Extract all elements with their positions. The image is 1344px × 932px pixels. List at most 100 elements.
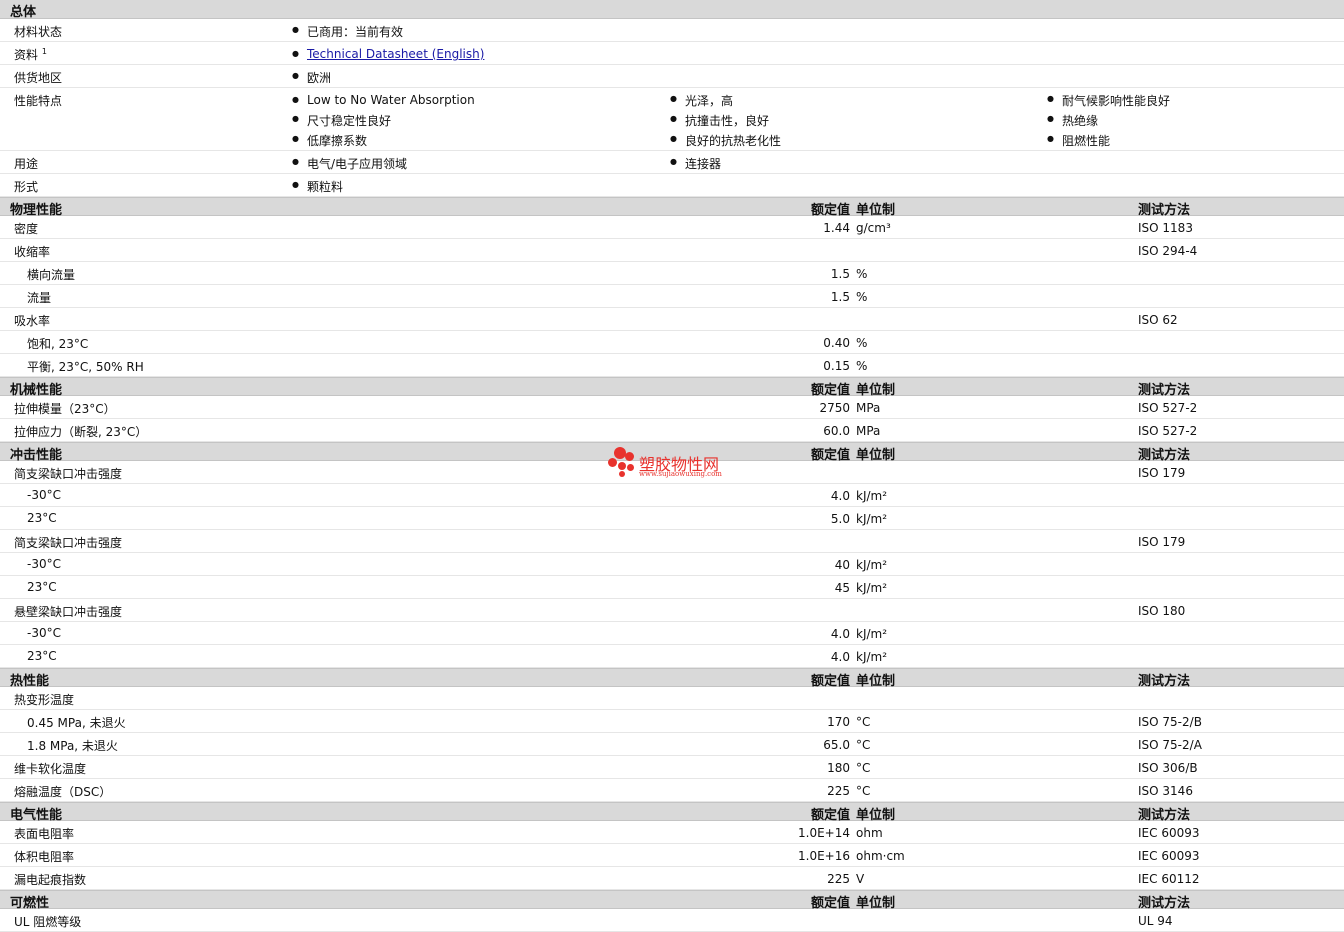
section-flammability-header: 可燃性 额定值 单位制 测试方法 — [0, 890, 1344, 911]
property-value: 4.0 — [830, 650, 850, 664]
feature-item: 耐气候影响性能良好 — [1047, 92, 1170, 109]
property-value: 45 — [834, 581, 850, 595]
row-features: 性能特点 Low to No Water Absorption 光泽，高 耐气候… — [0, 88, 1344, 151]
property-row: 1.8 MPa, 未退火 65.0 °C ISO 75-2/A — [0, 733, 1344, 756]
region-value: 欧洲 — [292, 69, 331, 86]
test-method: IEC 60093 — [1138, 849, 1200, 863]
property-unit: °C — [856, 784, 871, 798]
property-unit: °C — [856, 738, 871, 752]
section-title: 总体 — [10, 5, 37, 20]
property-row: 密度 1.44 g/cm³ ISO 1183 — [0, 216, 1344, 239]
property-row: 平衡, 23°C, 50% RH 0.15% — [0, 354, 1344, 377]
test-method: IEC 60112 — [1138, 872, 1200, 886]
form-value: 颗粒料 — [292, 178, 343, 195]
use-item: 连接器 — [670, 155, 721, 172]
property-value: 65.0 — [823, 738, 850, 752]
property-label: 热变形温度 — [14, 693, 75, 707]
property-value: 0.40 — [823, 336, 850, 350]
property-row: 维卡软化温度 180 °C ISO 306/B — [0, 756, 1344, 779]
property-value: 2750 — [819, 401, 850, 415]
property-value: 1.0E+14 — [798, 826, 850, 840]
status-value: 已商用：当前有效 — [292, 23, 403, 40]
property-value: 5.0 — [830, 512, 850, 526]
property-unit: % — [856, 359, 868, 373]
test-method: IEC 60093 — [1138, 826, 1200, 840]
row-region: 供货地区 欧洲 — [0, 65, 1344, 88]
feature-item: 抗撞击性，良好 — [670, 112, 769, 129]
property-row: 热变形温度 — [0, 687, 1344, 710]
section-physical-header: 物理性能 额定值 单位制 测试方法 — [0, 197, 1344, 218]
property-label: 拉伸应力（断裂, 23°C） — [14, 425, 148, 439]
section-mechanical-header: 机械性能 额定值 单位制 测试方法 — [0, 377, 1344, 398]
property-row: 横向流量 1.5% — [0, 262, 1344, 285]
property-label: 维卡软化温度 — [14, 762, 87, 776]
feature-item: 热绝缘 — [1047, 112, 1098, 129]
row-documents: 资料 1 Technical Datasheet (English) — [0, 42, 1344, 65]
test-method: ISO 1183 — [1138, 221, 1193, 235]
property-label: 0.45 MPa, 未退火 — [27, 716, 126, 730]
row-uses: 用途 电气/电子应用领域 连接器 — [0, 151, 1344, 174]
property-unit: ohm·cm — [856, 849, 905, 863]
section-thermal-header: 热性能 额定值 单位制 测试方法 — [0, 668, 1344, 689]
property-label: 熔融温度（DSC） — [14, 785, 112, 799]
property-row: 拉伸应力（断裂, 23°C） 60.0 MPa ISO 527-2 — [0, 419, 1344, 442]
datasheet-link-item: Technical Datasheet (English) — [292, 47, 484, 61]
property-unit: g/cm³ — [856, 221, 891, 235]
property-value: 1.5 — [830, 290, 850, 304]
property-row: -30°C 4.0 kJ/m² — [0, 484, 1344, 507]
property-row: 流量 1.5% — [0, 285, 1344, 308]
property-label: 横向流量 — [27, 268, 76, 282]
property-row: 饱和, 23°C 0.40% — [0, 331, 1344, 354]
property-label: 23°C — [27, 511, 57, 525]
property-label: UL 阻燃等级 — [14, 915, 82, 929]
property-unit: ohm — [856, 826, 883, 840]
test-method: ISO 3146 — [1138, 784, 1193, 798]
property-label: 23°C — [27, 649, 57, 663]
watermark-url: www.sujiaowuxing.com — [639, 470, 722, 478]
property-value: 0.15 — [823, 359, 850, 373]
property-row: 表面电阻率 1.0E+14 ohm IEC 60093 — [0, 821, 1344, 844]
watermark-logo: 塑胶物性网 www.sujiaowuxing.com — [608, 447, 748, 483]
test-method: ISO 75-2/B — [1138, 715, 1202, 729]
property-row: -30°C 4.0 kJ/m² — [0, 622, 1344, 645]
test-method: ISO 179 — [1138, 535, 1186, 549]
use-item: 电气/电子应用领域 — [292, 155, 407, 172]
test-method: ISO 527-2 — [1138, 424, 1198, 438]
property-value: 225 — [827, 784, 850, 798]
feature-item: 阻燃性能 — [1047, 132, 1110, 149]
row-label: 用途 — [14, 157, 39, 171]
property-row: 漏电起痕指数 225 V IEC 60112 — [0, 867, 1344, 890]
feature-item: 低摩擦系数 — [292, 132, 367, 149]
row-label: 供货地区 — [14, 71, 63, 85]
row-label: 资料 1 — [14, 47, 47, 62]
property-unit: kJ/m² — [856, 581, 888, 595]
property-value: 60.0 — [823, 424, 850, 438]
property-label: 收缩率 — [14, 245, 51, 259]
property-value: 170 — [827, 715, 850, 729]
property-label: 密度 — [14, 222, 39, 236]
row-form: 形式 颗粒料 — [0, 174, 1344, 197]
property-value: 4.0 — [830, 489, 850, 503]
row-label: 形式 — [14, 180, 39, 194]
property-row: 0.45 MPa, 未退火 170 °C ISO 75-2/B — [0, 710, 1344, 733]
row-label: 性能特点 — [14, 94, 63, 108]
property-row: UL 阻燃等级 UL 94 — [0, 909, 1344, 932]
technical-datasheet-link[interactable]: Technical Datasheet (English) — [307, 47, 484, 61]
property-unit: kJ/m² — [856, 650, 888, 664]
footnote-marker: 1 — [41, 47, 47, 56]
property-row: 收缩率 ISO 294-4 — [0, 239, 1344, 262]
row-label: 材料状态 — [14, 25, 63, 39]
property-value: 225 — [827, 872, 850, 886]
test-method: ISO 306/B — [1138, 761, 1198, 775]
property-label: 23°C — [27, 580, 57, 594]
property-value: 1.5 — [830, 267, 850, 281]
test-method: ISO 180 — [1138, 604, 1186, 618]
property-row: 悬壁梁缺口冲击强度 ISO 180 — [0, 599, 1344, 622]
property-label: -30°C — [27, 488, 61, 502]
section-electrical-header: 电气性能 额定值 单位制 测试方法 — [0, 802, 1344, 823]
test-method: ISO 294-4 — [1138, 244, 1198, 258]
test-method: ISO 179 — [1138, 466, 1186, 480]
feature-item: 光泽，高 — [670, 92, 733, 109]
property-row: 23°C 5.0 kJ/m² — [0, 507, 1344, 530]
property-label: 拉伸模量（23°C） — [14, 402, 116, 416]
